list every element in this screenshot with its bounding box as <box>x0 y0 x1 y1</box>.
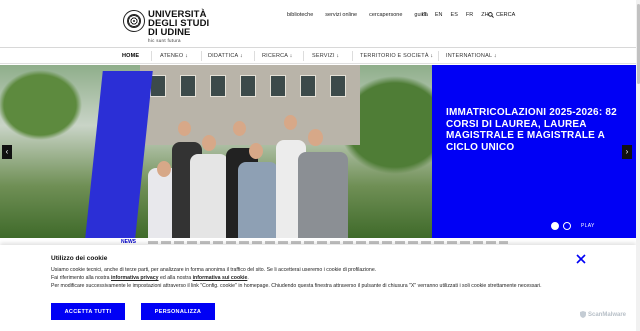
lang-fr[interactable]: FR <box>466 12 473 18</box>
nav-servizi[interactable]: SERVIZI ↓ <box>312 53 339 59</box>
customize-button[interactable]: PERSONALIZZA <box>141 303 215 320</box>
cookie-line-2-post: . <box>247 275 249 282</box>
carousel-dot-1[interactable] <box>551 222 559 230</box>
building-facade <box>140 65 360 145</box>
search-label: CERCA <box>496 12 516 18</box>
hero-caption-panel[interactable]: IMMATRICOLAZIONI 2025-2026: 82 CORSI DI … <box>432 65 636 238</box>
privacy-policy-link[interactable]: informativa privacy <box>111 275 159 281</box>
cookie-banner: Utilizzo dei cookie Usiamo cookie tecnic… <box>0 245 636 331</box>
accept-all-button[interactable]: ACCETTA TUTTI <box>51 303 125 320</box>
cookie-line-1: Usiamo cookie tecnici, anche di terze pa… <box>51 267 377 273</box>
page-scrollbar[interactable] <box>636 0 640 331</box>
link-biblioteche[interactable]: biblioteche <box>287 12 313 18</box>
utility-links: biblioteche servizi online cercapersone … <box>287 12 428 18</box>
nav-territorio-e-societa[interactable]: TERRITORIO E SOCIETÀ ↓ <box>360 53 433 59</box>
cookie-title: Utilizzo dei cookie <box>51 255 108 262</box>
nav-divider <box>438 51 439 61</box>
university-seal-logo[interactable] <box>123 10 145 32</box>
nav-divider <box>303 51 304 61</box>
watermark-text: ScanMalware <box>588 311 627 318</box>
carousel-play-button[interactable]: PLAY <box>581 223 595 229</box>
carousel-next-button[interactable]: › <box>622 145 632 159</box>
brand-line-3: DI UDINE <box>148 27 191 38</box>
scanmalware-watermark: ScanMalware <box>580 311 626 318</box>
site-header: UNIVERSITÀ DEGLI STUDI DI UDINE hic sunt… <box>0 0 640 48</box>
search-icon <box>488 12 494 18</box>
carousel-dot-2[interactable] <box>563 222 571 230</box>
cookie-line-2-pre: Fai riferimento alla nostra <box>51 275 111 282</box>
lang-en[interactable]: EN <box>435 12 443 18</box>
lang-es[interactable]: ES <box>451 12 458 18</box>
language-switcher: IT EN ES FR ZH <box>422 12 489 18</box>
close-icon[interactable] <box>576 254 586 264</box>
shield-icon <box>580 311 586 318</box>
nav-divider <box>201 51 202 61</box>
nav-home[interactable]: HOME <box>122 53 139 59</box>
carousel-prev-button[interactable]: ‹ <box>2 145 12 159</box>
nav-didattica[interactable]: DIDATTICA ↓ <box>208 53 243 59</box>
scrollbar-thumb[interactable] <box>636 4 640 84</box>
nav-divider <box>352 51 353 61</box>
brand-tagline: hic sunt futura <box>148 38 181 43</box>
cookie-policy-link[interactable]: informativa sui cookie <box>193 275 248 281</box>
main-nav: HOME ATENEO ↓ DIDATTICA ↓ RICERCA ↓ SERV… <box>0 49 640 64</box>
hero-photo <box>0 65 432 238</box>
cookie-description: Usiamo cookie tecnici, anche di terze pa… <box>51 266 591 291</box>
nav-divider <box>151 51 152 61</box>
link-cercapersone[interactable]: cercapersone <box>369 12 402 18</box>
link-servizi-online[interactable]: servizi online <box>325 12 357 18</box>
cookie-line-3: Per modificare successivamente le impost… <box>51 283 542 290</box>
search-button[interactable]: CERCA <box>488 12 515 18</box>
nav-divider <box>254 51 255 61</box>
lang-it[interactable]: IT <box>422 12 427 18</box>
university-roll-up-banner <box>85 71 153 238</box>
nav-ateneo[interactable]: ATENEO ↓ <box>160 53 188 59</box>
nav-international[interactable]: INTERNATIONAL ↓ <box>446 53 497 59</box>
university-name[interactable]: UNIVERSITÀ DEGLI STUDI DI UDINE hic sunt… <box>148 10 209 44</box>
cookie-line-2-mid: ed alla nostra <box>158 275 193 282</box>
hero-carousel: IMMATRICOLAZIONI 2025-2026: 82 CORSI DI … <box>0 65 636 238</box>
nav-ricerca[interactable]: RICERCA ↓ <box>262 53 293 59</box>
news-ticker-text <box>148 241 508 244</box>
hero-title[interactable]: IMMATRICOLAZIONI 2025-2026: 82 CORSI DI … <box>446 107 626 153</box>
